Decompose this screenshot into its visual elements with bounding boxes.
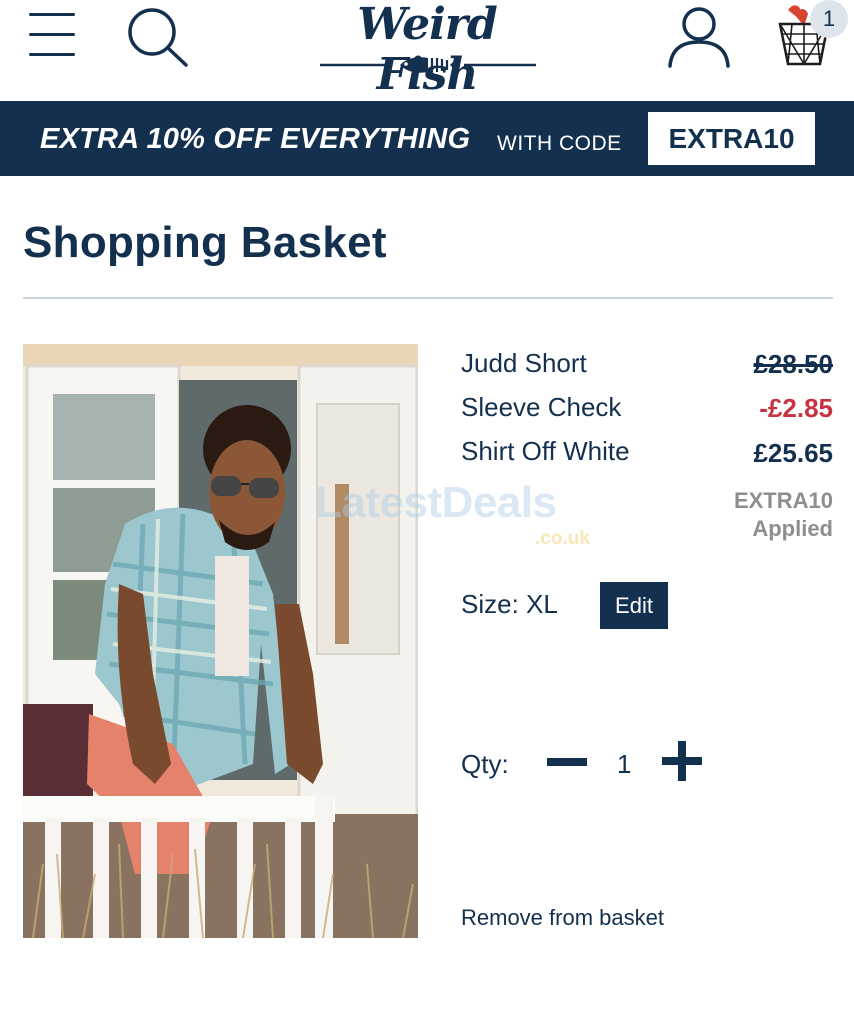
product-name-line[interactable]: Sleeve Check <box>461 392 621 423</box>
original-price: £28.50 <box>753 349 833 379</box>
plus-icon <box>678 741 686 781</box>
site-logo[interactable]: Weird Fish <box>310 0 544 100</box>
product-name-line[interactable]: Judd Short <box>461 348 587 379</box>
final-price: £25.65 <box>753 438 833 468</box>
quantity-value: 1 <box>617 749 632 779</box>
edit-size-button[interactable]: Edit <box>600 582 668 629</box>
promo-code-box: EXTRA10 <box>648 112 815 165</box>
fish-logo-icon <box>320 57 536 73</box>
applied-status: Applied <box>752 516 833 541</box>
menu-icon-bar <box>29 13 75 16</box>
page-title: Shopping Basket <box>23 218 387 267</box>
account-icon <box>668 7 730 68</box>
promo-headline: EXTRA 10% OFF EVERYTHING <box>40 123 471 155</box>
increase-quantity-button[interactable] <box>662 741 702 781</box>
minus-icon <box>547 758 587 766</box>
title-divider <box>23 297 833 299</box>
product-name-line[interactable]: Shirt Off White <box>461 436 630 467</box>
logo-wordmark: Weird Fish <box>357 0 497 100</box>
watermark-domain: .co.uk <box>535 528 590 549</box>
product-photo-model-in-check-shirt <box>23 344 418 938</box>
applied-code-name: EXTRA10 <box>733 488 833 513</box>
size-label: Size: XL <box>461 589 558 619</box>
search-button[interactable] <box>124 4 190 68</box>
decrease-quantity-button[interactable] <box>547 745 587 779</box>
site-header: Weird Fish 1 <box>0 0 854 100</box>
menu-icon-bar <box>29 33 75 36</box>
menu-button[interactable] <box>27 12 77 58</box>
menu-icon-bar <box>29 53 75 56</box>
remove-from-basket-link[interactable]: Remove from basket <box>461 905 664 931</box>
basket-count-badge: 1 <box>810 0 848 38</box>
promo-code-applied: EXTRA10 Applied <box>734 487 833 543</box>
promo-banner[interactable]: EXTRA 10% OFF EVERYTHING WITH CODE EXTRA… <box>0 101 854 176</box>
discount-amount: -£2.85 <box>759 393 833 423</box>
account-button[interactable] <box>664 4 734 70</box>
promo-with-code-text: WITH CODE <box>497 132 622 155</box>
quantity-label: Qty: <box>461 749 509 779</box>
search-icon <box>128 8 188 67</box>
watermark-text: LatestDeals <box>315 478 557 527</box>
product-image[interactable] <box>23 344 418 938</box>
